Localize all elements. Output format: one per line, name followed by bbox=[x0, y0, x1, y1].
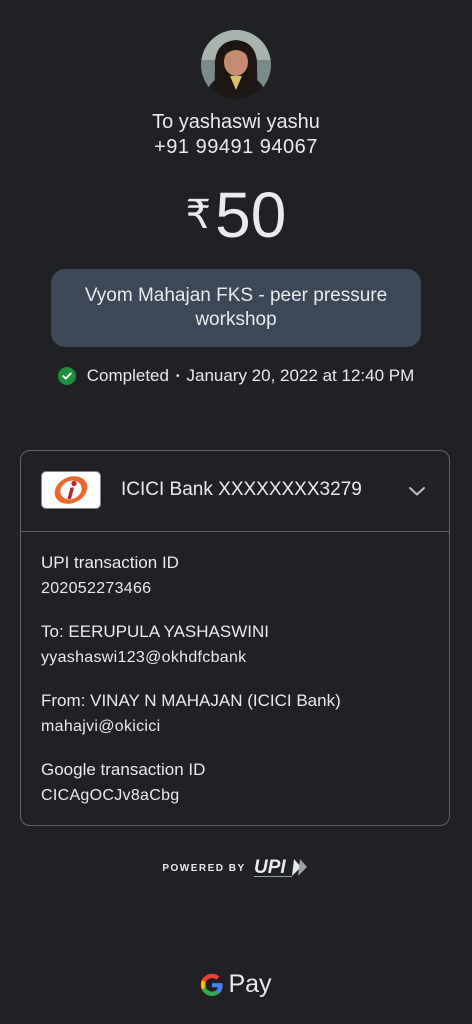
status-datetime: January 20, 2022 at 12:40 PM bbox=[186, 366, 415, 385]
google-transaction-id-value: CICAgOCJv8aCbg bbox=[41, 787, 180, 804]
google-pay-logo: Pay bbox=[0, 970, 472, 999]
icici-bank-logo-icon bbox=[41, 471, 101, 509]
upi-transaction-id: UPI transaction ID 202052273466 bbox=[41, 553, 179, 598]
payer-label: From: VINAY N MAHAJAN (ICICI Bank) bbox=[41, 691, 341, 710]
payee-label: To: EERUPULA YASHASWINI bbox=[41, 622, 269, 641]
svg-text:UPI: UPI bbox=[254, 857, 286, 878]
upi-logo-icon: UPI bbox=[253, 857, 307, 878]
bank-account-row[interactable]: ICICI Bank XXXXXXXX3279 bbox=[21, 451, 449, 532]
google-transaction-id: Google transaction ID CICAgOCJv8aCbg bbox=[41, 760, 205, 805]
recipient-avatar[interactable] bbox=[201, 30, 271, 100]
payment-amount: ₹50 bbox=[0, 178, 472, 252]
google-transaction-id-label: Google transaction ID bbox=[41, 760, 206, 779]
status-separator: • bbox=[175, 370, 180, 382]
payer-upi-id: mahajvi@okicici bbox=[41, 718, 161, 735]
powered-by-label: POWERED BY bbox=[162, 862, 246, 874]
status-label: Completed bbox=[86, 366, 169, 385]
currency-symbol: ₹ bbox=[185, 193, 212, 237]
recipient-name: To yashaswi yashu bbox=[152, 111, 320, 133]
payment-status: Completed • January 20, 2022 at 12:40 PM bbox=[0, 366, 472, 386]
check-circle-icon bbox=[57, 367, 76, 385]
payee-details: To: EERUPULA YASHASWINI yyashaswi123@okh… bbox=[41, 622, 269, 667]
payment-receipt-screen: To yashaswi yashu +91 99491 94067 ₹50 Vy… bbox=[0, 0, 472, 1024]
upi-transaction-id-value: 202052273466 bbox=[41, 580, 152, 597]
payer-details: From: VINAY N MAHAJAN (ICICI Bank) mahaj… bbox=[41, 691, 341, 736]
recipient-phone: +91 99491 94067 bbox=[154, 136, 318, 158]
payment-note: Vyom Mahajan FKS - peer pressure worksho… bbox=[51, 269, 421, 347]
powered-by-upi: POWERED BY UPI bbox=[0, 856, 472, 880]
bank-account-label: ICICI Bank XXXXXXXX3279 bbox=[121, 479, 362, 500]
amount-value: 50 bbox=[215, 179, 287, 251]
payee-upi-id: yyashaswi123@okhdfcbank bbox=[41, 649, 247, 666]
transaction-details-card: ICICI Bank XXXXXXXX3279 UPI transaction … bbox=[20, 450, 450, 826]
pay-wordmark: Pay bbox=[228, 970, 272, 998]
upi-transaction-id-label: UPI transaction ID bbox=[41, 553, 179, 572]
google-g-icon bbox=[201, 973, 224, 996]
chevron-down-icon[interactable] bbox=[407, 481, 427, 501]
